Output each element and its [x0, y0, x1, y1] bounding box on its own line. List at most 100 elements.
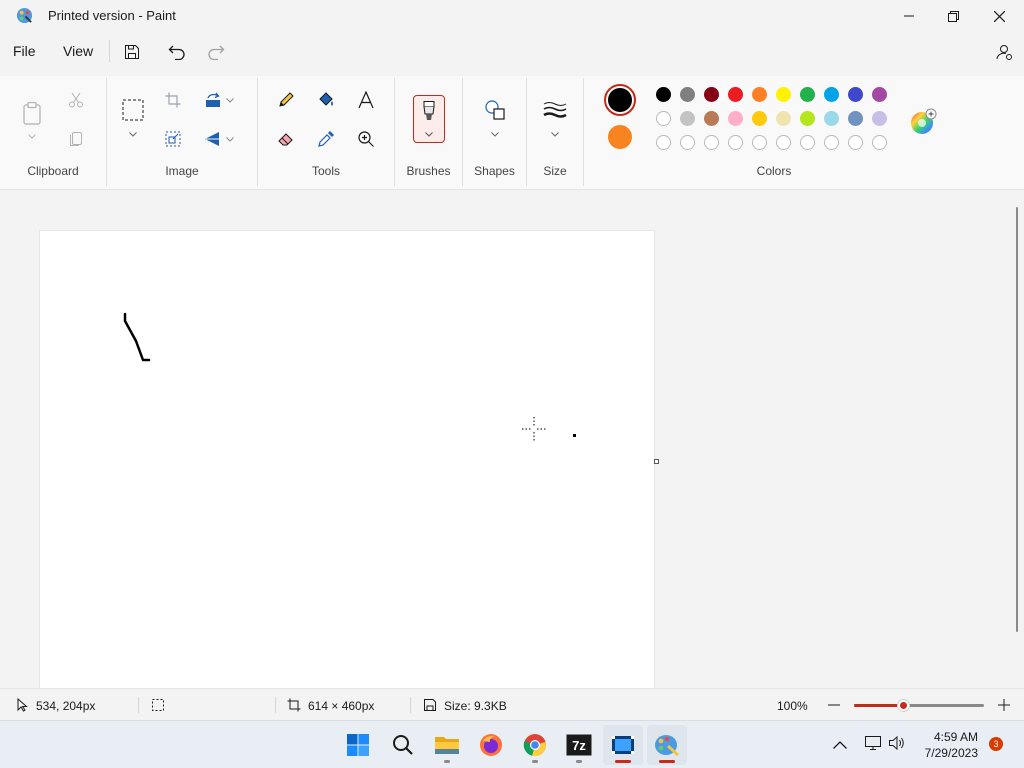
- notification-badge[interactable]: 3: [989, 737, 1003, 751]
- color-swatch[interactable]: [776, 87, 791, 102]
- file-explorer-button[interactable]: [427, 725, 467, 765]
- cut-button[interactable]: [62, 86, 90, 114]
- maximize-button[interactable]: [930, 0, 976, 32]
- custom-color-slot[interactable]: [800, 135, 815, 150]
- minimize-icon: [904, 15, 914, 17]
- color-swatch[interactable]: [872, 87, 887, 102]
- shapes-button[interactable]: [481, 96, 509, 124]
- drawing-canvas[interactable]: [40, 231, 654, 688]
- custom-color-slot[interactable]: [824, 135, 839, 150]
- colors-group: Colors: [584, 76, 964, 188]
- color-swatch[interactable]: [776, 111, 791, 126]
- custom-color-slot[interactable]: [656, 135, 671, 150]
- shapes-dropdown[interactable]: [481, 126, 509, 142]
- minimize-button[interactable]: [886, 0, 932, 32]
- brushes-group: Brushes: [395, 76, 462, 188]
- zoom-out-button[interactable]: [826, 698, 842, 712]
- search-button[interactable]: [383, 725, 423, 765]
- magnifier-button[interactable]: [352, 125, 380, 153]
- chevron-down-icon: [28, 133, 36, 139]
- save-icon: [125, 45, 139, 59]
- text-button[interactable]: [352, 86, 380, 114]
- color-swatch[interactable]: [848, 87, 863, 102]
- eraser-button[interactable]: [272, 125, 300, 153]
- custom-color-slot[interactable]: [752, 135, 767, 150]
- color-swatch[interactable]: [752, 87, 767, 102]
- chevron-down-icon: [226, 136, 234, 142]
- select-dropdown[interactable]: [119, 126, 147, 142]
- custom-color-slot[interactable]: [848, 135, 863, 150]
- firefox-button[interactable]: [471, 725, 511, 765]
- crosshair-cursor-icon: [522, 417, 546, 441]
- color-swatch[interactable]: [824, 111, 839, 126]
- paste-dropdown[interactable]: [18, 128, 46, 144]
- zoom-slider[interactable]: [854, 699, 984, 712]
- custom-color-slot[interactable]: [704, 135, 719, 150]
- size-dropdown[interactable]: [541, 126, 569, 142]
- zoom-in-button[interactable]: [996, 698, 1012, 712]
- start-button[interactable]: [338, 725, 378, 765]
- secondary-color-button[interactable]: [608, 125, 632, 149]
- redo-button[interactable]: [203, 39, 229, 65]
- show-hidden-icons-button[interactable]: [832, 737, 848, 753]
- network-button[interactable]: [864, 735, 882, 753]
- status-divider: [138, 697, 139, 713]
- custom-color-slot[interactable]: [728, 135, 743, 150]
- brushes-button[interactable]: [413, 95, 445, 143]
- custom-color-slot[interactable]: [776, 135, 791, 150]
- stroke-size-icon: [543, 102, 567, 118]
- chevron-down-icon: [129, 131, 137, 137]
- paint-button[interactable]: [647, 725, 687, 765]
- select-button[interactable]: [119, 96, 147, 124]
- color-swatch[interactable]: [752, 111, 767, 126]
- restore-icon: [947, 10, 959, 22]
- color-swatch[interactable]: [656, 111, 671, 126]
- running-indicator: [615, 760, 631, 763]
- chevron-up-icon: [833, 741, 847, 749]
- clock[interactable]: 4:59 AM 7/29/2023: [925, 729, 978, 761]
- color-swatch[interactable]: [728, 87, 743, 102]
- flip-dropdown[interactable]: [223, 125, 237, 153]
- zoom-slider-thumb[interactable]: [897, 699, 911, 712]
- color-swatch[interactable]: [872, 111, 887, 126]
- paste-button[interactable]: [18, 96, 46, 130]
- copy-button[interactable]: [62, 125, 90, 153]
- color-picker-button[interactable]: [312, 125, 340, 153]
- colors-label: Colors: [756, 164, 792, 178]
- rotate-dropdown[interactable]: [223, 86, 237, 114]
- volume-button[interactable]: [888, 735, 906, 753]
- resize-button[interactable]: [159, 125, 187, 153]
- view-menu[interactable]: View: [63, 43, 93, 59]
- undo-button[interactable]: [164, 39, 190, 65]
- color-swatch[interactable]: [704, 111, 719, 126]
- account-settings-icon: [996, 45, 1012, 60]
- color-swatch[interactable]: [680, 111, 695, 126]
- color-swatch[interactable]: [656, 87, 671, 102]
- color-swatch[interactable]: [824, 87, 839, 102]
- file-menu[interactable]: File: [13, 43, 36, 59]
- size-button[interactable]: [541, 96, 569, 124]
- color-swatch[interactable]: [800, 111, 815, 126]
- 7zip-button[interactable]: 7z: [559, 725, 599, 765]
- save-button[interactable]: [119, 39, 145, 65]
- color-swatch[interactable]: [800, 87, 815, 102]
- video-editor-button[interactable]: [603, 725, 643, 765]
- crop-button[interactable]: [159, 86, 187, 114]
- pencil-button[interactable]: [272, 86, 300, 114]
- tools-label: Tools: [311, 164, 340, 178]
- vertical-scrollbar[interactable]: [1016, 207, 1018, 632]
- color-swatch[interactable]: [728, 111, 743, 126]
- color-swatch[interactable]: [848, 111, 863, 126]
- custom-color-slot[interactable]: [680, 135, 695, 150]
- canvas-resize-handle[interactable]: [654, 459, 659, 464]
- chrome-button[interactable]: [515, 725, 555, 765]
- custom-color-slot[interactable]: [872, 135, 887, 150]
- magnifier-icon: [358, 131, 374, 147]
- color-swatch[interactable]: [680, 87, 695, 102]
- close-button[interactable]: [976, 0, 1022, 32]
- account-settings-button[interactable]: [991, 39, 1017, 65]
- primary-color-button[interactable]: [604, 84, 636, 116]
- color-swatch[interactable]: [704, 87, 719, 102]
- edit-colors-button[interactable]: [909, 108, 937, 136]
- fill-button[interactable]: [312, 86, 340, 114]
